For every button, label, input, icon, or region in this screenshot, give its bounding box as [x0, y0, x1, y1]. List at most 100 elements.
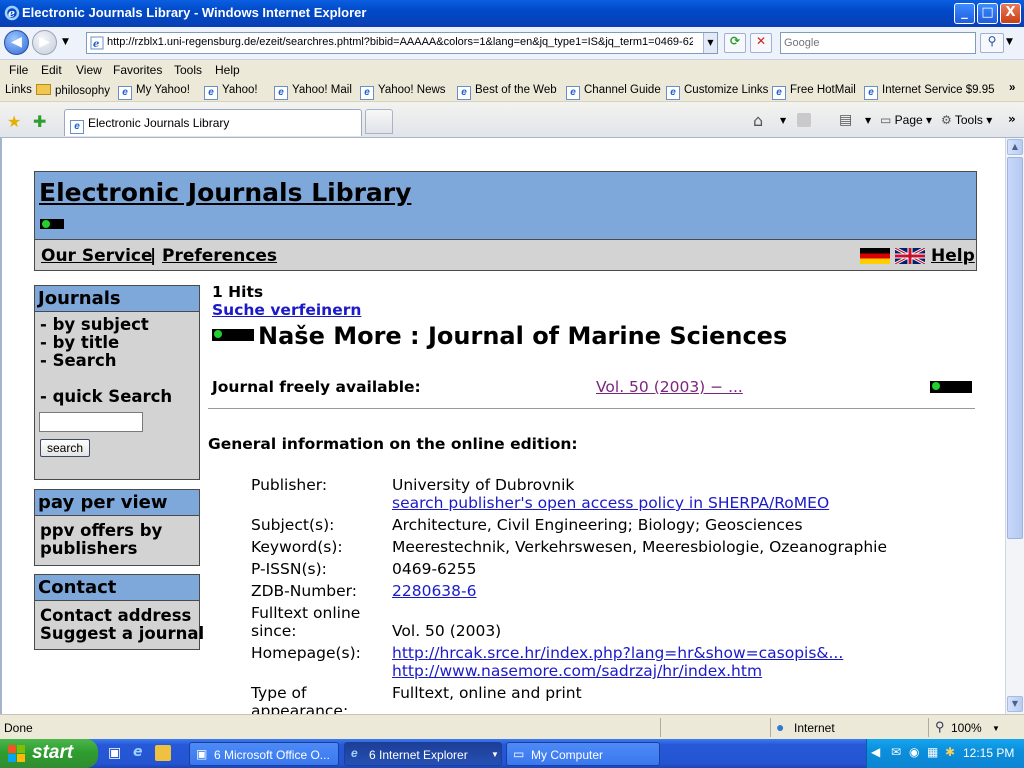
link-internet-service[interactable]: e Internet Service $9.95 [864, 84, 995, 100]
status-divider [928, 718, 929, 737]
german-flag-icon[interactable] [860, 248, 890, 264]
toolbar-chevron-icon[interactable]: » [1008, 112, 1016, 126]
ppv-offers-link[interactable]: ppv offers by publishers [40, 521, 162, 558]
taskbar-item-ie[interactable]: e 6 Internet Explorer ▼ [344, 742, 502, 766]
pissn-value: 0469-6255 [392, 560, 477, 578]
link-yahoo-news[interactable]: e Yahoo! News [360, 84, 446, 100]
home-dropdown-icon[interactable]: ▼ [780, 116, 786, 125]
link-yahoo[interactable]: e Yahoo! [204, 84, 258, 100]
scroll-thumb[interactable] [1007, 157, 1023, 539]
window-title: Electronic Journals Library - Windows In… [22, 5, 367, 20]
zoom-level[interactable]: 100% [951, 721, 982, 735]
site-header: Electronic Journals Library [34, 171, 977, 240]
scroll-down-icon[interactable]: ▼ [1007, 696, 1023, 712]
quick-search-input[interactable] [39, 412, 143, 432]
minimize-button[interactable]: _ [954, 3, 975, 24]
start-button[interactable]: start [0, 739, 98, 768]
our-service-link[interactable]: Our Service [41, 246, 153, 266]
menu-file[interactable]: File [9, 63, 28, 77]
link-philosophy[interactable]: philosophy [36, 84, 110, 97]
forward-button[interactable]: ▶ [32, 30, 57, 55]
stop-icon[interactable]: ✕ [750, 33, 772, 53]
by-title-link[interactable]: - by title [40, 333, 119, 352]
homepage-link-2[interactable]: http://www.nasemore.com/sadrzaj/hr/index… [392, 662, 762, 680]
feeds-icon[interactable] [797, 113, 811, 127]
computer-icon: ▭ [513, 747, 525, 761]
taskbar-item-label: My Computer [531, 748, 604, 762]
tray-expand-icon[interactable]: ◀ [871, 745, 880, 759]
page-viewport: Electronic Journals Library Our Service … [0, 138, 1005, 714]
by-subject-link[interactable]: - by subject [40, 315, 149, 334]
menu-edit[interactable]: Edit [41, 63, 62, 77]
add-favorites-icon[interactable]: ✚ [33, 112, 46, 131]
home-icon[interactable]: ⌂ [753, 111, 763, 130]
homepage-label: Homepage(s): [251, 644, 361, 662]
help-link[interactable]: Help [931, 246, 975, 266]
freely-available-label: Journal freely available: [212, 378, 421, 396]
zone-label: Internet [794, 721, 835, 735]
homepage-link-1[interactable]: http://hrcak.srce.hr/index.php?lang=hr&s… [392, 644, 843, 662]
search-go-icon[interactable]: ⚲ [980, 33, 1004, 53]
menu-view[interactable]: View [76, 63, 102, 77]
fulltext-value: Vol. 50 (2003) [392, 622, 502, 640]
favorites-star-icon[interactable]: ★ [7, 112, 21, 131]
site-title-link[interactable]: Electronic Journals Library [39, 178, 411, 207]
globe-icon: ● [776, 719, 785, 735]
quick-search-button[interactable]: search [40, 439, 91, 457]
tab-electronic-journals[interactable]: e Electronic Journals Library [64, 109, 362, 136]
print-icon[interactable]: ▤ [839, 112, 852, 128]
contact-address-link[interactable]: Contact address [40, 606, 191, 625]
link-channel-guide[interactable]: e Channel Guide [566, 84, 661, 100]
taskbar-item-office[interactable]: ▣ 6 Microsoft Office O... [189, 742, 339, 766]
ie-page-icon: e [118, 86, 132, 100]
link-customize-links[interactable]: e Customize Links [666, 84, 768, 100]
refresh-icon[interactable]: ⟳ [724, 33, 746, 53]
tray-mail-icon[interactable]: ✉ [891, 745, 901, 759]
tray-security-icon[interactable]: ✱ [945, 745, 955, 759]
zoom-dropdown-icon[interactable]: ▼ [992, 724, 1000, 733]
page-menu[interactable]: ▭ Page ▾ [880, 113, 932, 127]
back-button[interactable]: ◀ [4, 30, 29, 55]
link-label: Channel Guide [584, 84, 661, 96]
search-input[interactable] [784, 34, 974, 52]
address-url[interactable]: http://rzblx1.uni-regensburg.de/ezeit/se… [107, 36, 693, 48]
sherpa-romeo-link[interactable]: search publisher's open access policy in… [392, 494, 829, 512]
new-tab-button[interactable] [365, 109, 393, 134]
link-free-hotmail[interactable]: e Free HotMail [772, 84, 856, 100]
search-field[interactable] [780, 32, 976, 54]
links-chevron-icon[interactable]: » [1009, 82, 1015, 94]
link-best-of-web[interactable]: e Best of the Web [457, 84, 557, 100]
quicklaunch-ie-icon[interactable]: e [133, 744, 143, 760]
ie-page-icon: e [864, 86, 878, 100]
tray-app-icon[interactable]: ◉ [909, 745, 919, 759]
tray-network-icon[interactable]: ▦ [927, 745, 938, 759]
tools-menu[interactable]: ⚙ Tools ▾ [941, 113, 992, 127]
menu-tools[interactable]: Tools [174, 63, 202, 77]
print-dropdown-icon[interactable]: ▼ [865, 116, 871, 125]
address-bar[interactable]: e http://rzblx1.uni-regensburg.de/ezeit/… [86, 32, 718, 54]
taskbar-item-my-computer[interactable]: ▭ My Computer [506, 742, 660, 766]
link-yahoo-mail[interactable]: e Yahoo! Mail [274, 84, 352, 100]
quicklaunch-app-icon[interactable] [155, 745, 171, 761]
nav-separator: | [150, 246, 157, 266]
scroll-up-icon[interactable]: ▲ [1007, 139, 1023, 155]
suggest-journal-link[interactable]: Suggest a journal [40, 624, 204, 643]
menu-help[interactable]: Help [215, 63, 240, 77]
tab-label: Electronic Journals Library [88, 116, 230, 130]
uk-flag-icon[interactable] [895, 248, 925, 264]
volume-link[interactable]: Vol. 50 (2003) − ... [596, 378, 743, 396]
refine-search-link[interactable]: Suche verfeinern [212, 301, 361, 319]
vertical-scrollbar[interactable]: ▲ ▼ [1005, 138, 1024, 714]
recent-pages-dropdown[interactable]: ▼ [62, 37, 69, 47]
close-window-button[interactable]: X [1000, 3, 1021, 24]
link-my-yahoo[interactable]: e My Yahoo! [118, 84, 190, 100]
maximize-button[interactable]: □ [977, 3, 998, 24]
search-options-dropdown[interactable]: ▼ [1006, 37, 1013, 47]
search-link[interactable]: - Search [40, 351, 116, 370]
preferences-link[interactable]: Preferences [162, 246, 277, 266]
zdb-number-link[interactable]: 2280638-6 [392, 582, 477, 600]
address-dropdown-icon[interactable]: ▼ [703, 33, 717, 53]
menu-favorites[interactable]: Favorites [113, 63, 162, 77]
link-label: My Yahoo! [136, 84, 190, 96]
quicklaunch-desktop-icon[interactable]: ▣ [108, 745, 121, 761]
